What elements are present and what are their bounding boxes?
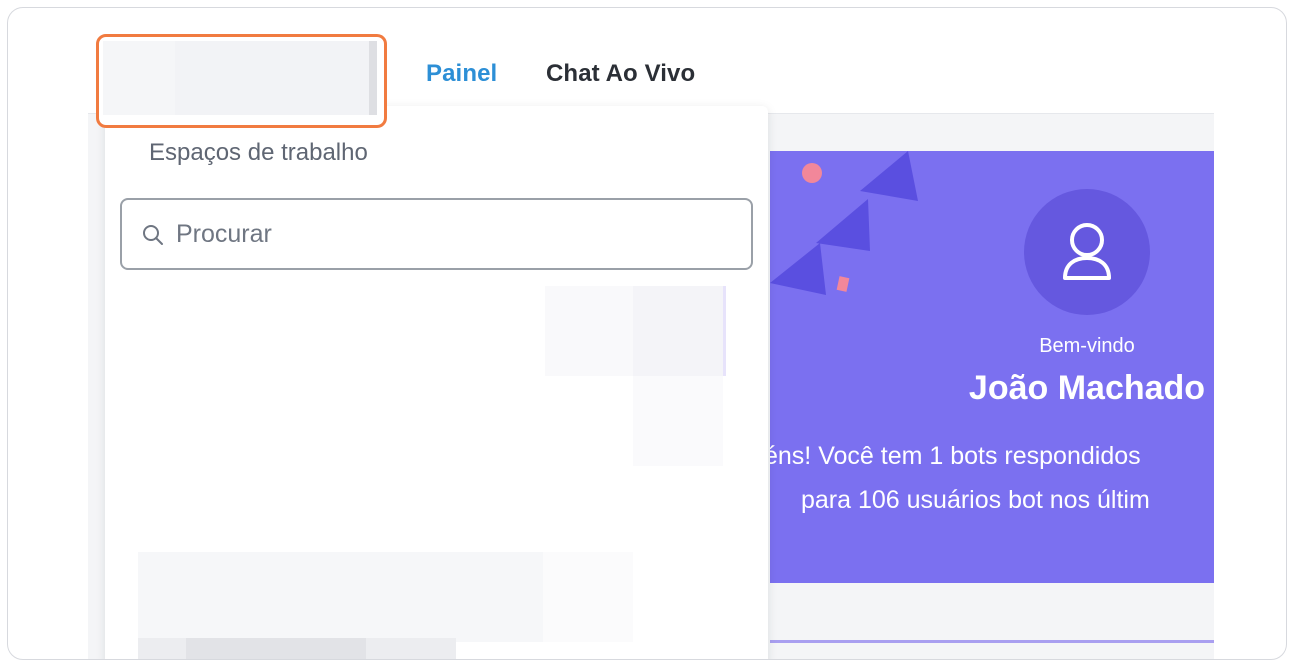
workspace-list-item[interactable] [633, 286, 723, 376]
workspace-list-item[interactable] [543, 552, 633, 642]
app-window: Painel Chat Ao Vivo Bem-vindo João Macha… [88, 20, 1214, 659]
workspace-list-item[interactable] [138, 638, 186, 659]
workspace-heading: Espaços de trabalho [149, 139, 368, 166]
tab-painel[interactable]: Painel [426, 60, 497, 88]
workspace-search[interactable] [120, 198, 753, 270]
search-icon [143, 225, 163, 245]
workspace-list-item[interactable] [366, 638, 456, 659]
user-name: João Machado [968, 369, 1206, 407]
workspace-name [175, 41, 369, 115]
workspace-logo [103, 41, 175, 115]
tab-chat-ao-vivo[interactable]: Chat Ao Vivo [546, 60, 695, 88]
screenshot-frame: Painel Chat Ao Vivo Bem-vindo João Macha… [7, 7, 1287, 660]
workspace-list-item[interactable] [545, 286, 635, 376]
workspace-selector-edge [369, 41, 377, 115]
list-scrollbar[interactable] [723, 286, 726, 376]
workspace-list-item[interactable] [633, 376, 723, 466]
confetti-dot [802, 163, 822, 183]
content-divider [770, 640, 1214, 643]
confetti-piece [836, 276, 850, 292]
workspace-list-item[interactable] [186, 638, 366, 659]
bot-stats-text: éns! Você tem 1 bots respondidos [770, 442, 1141, 470]
search-input[interactable] [176, 210, 736, 258]
user-icon [1063, 223, 1111, 280]
bot-stats-text: para 106 usuários bot nos últim [801, 486, 1150, 514]
workspace-list-item[interactable] [138, 552, 543, 642]
pennant-flag [770, 243, 826, 295]
welcome-greeting: Bem-vindo [1039, 335, 1135, 357]
workspace-selector[interactable] [96, 34, 387, 128]
avatar [1024, 189, 1150, 315]
pennant-flag [860, 151, 918, 201]
welcome-banner: Bem-vindo João Machado éns! Você tem 1 b… [770, 151, 1214, 583]
pennant-flag [816, 199, 870, 251]
workspace-dropdown: Espaços de trabalho [105, 106, 768, 659]
